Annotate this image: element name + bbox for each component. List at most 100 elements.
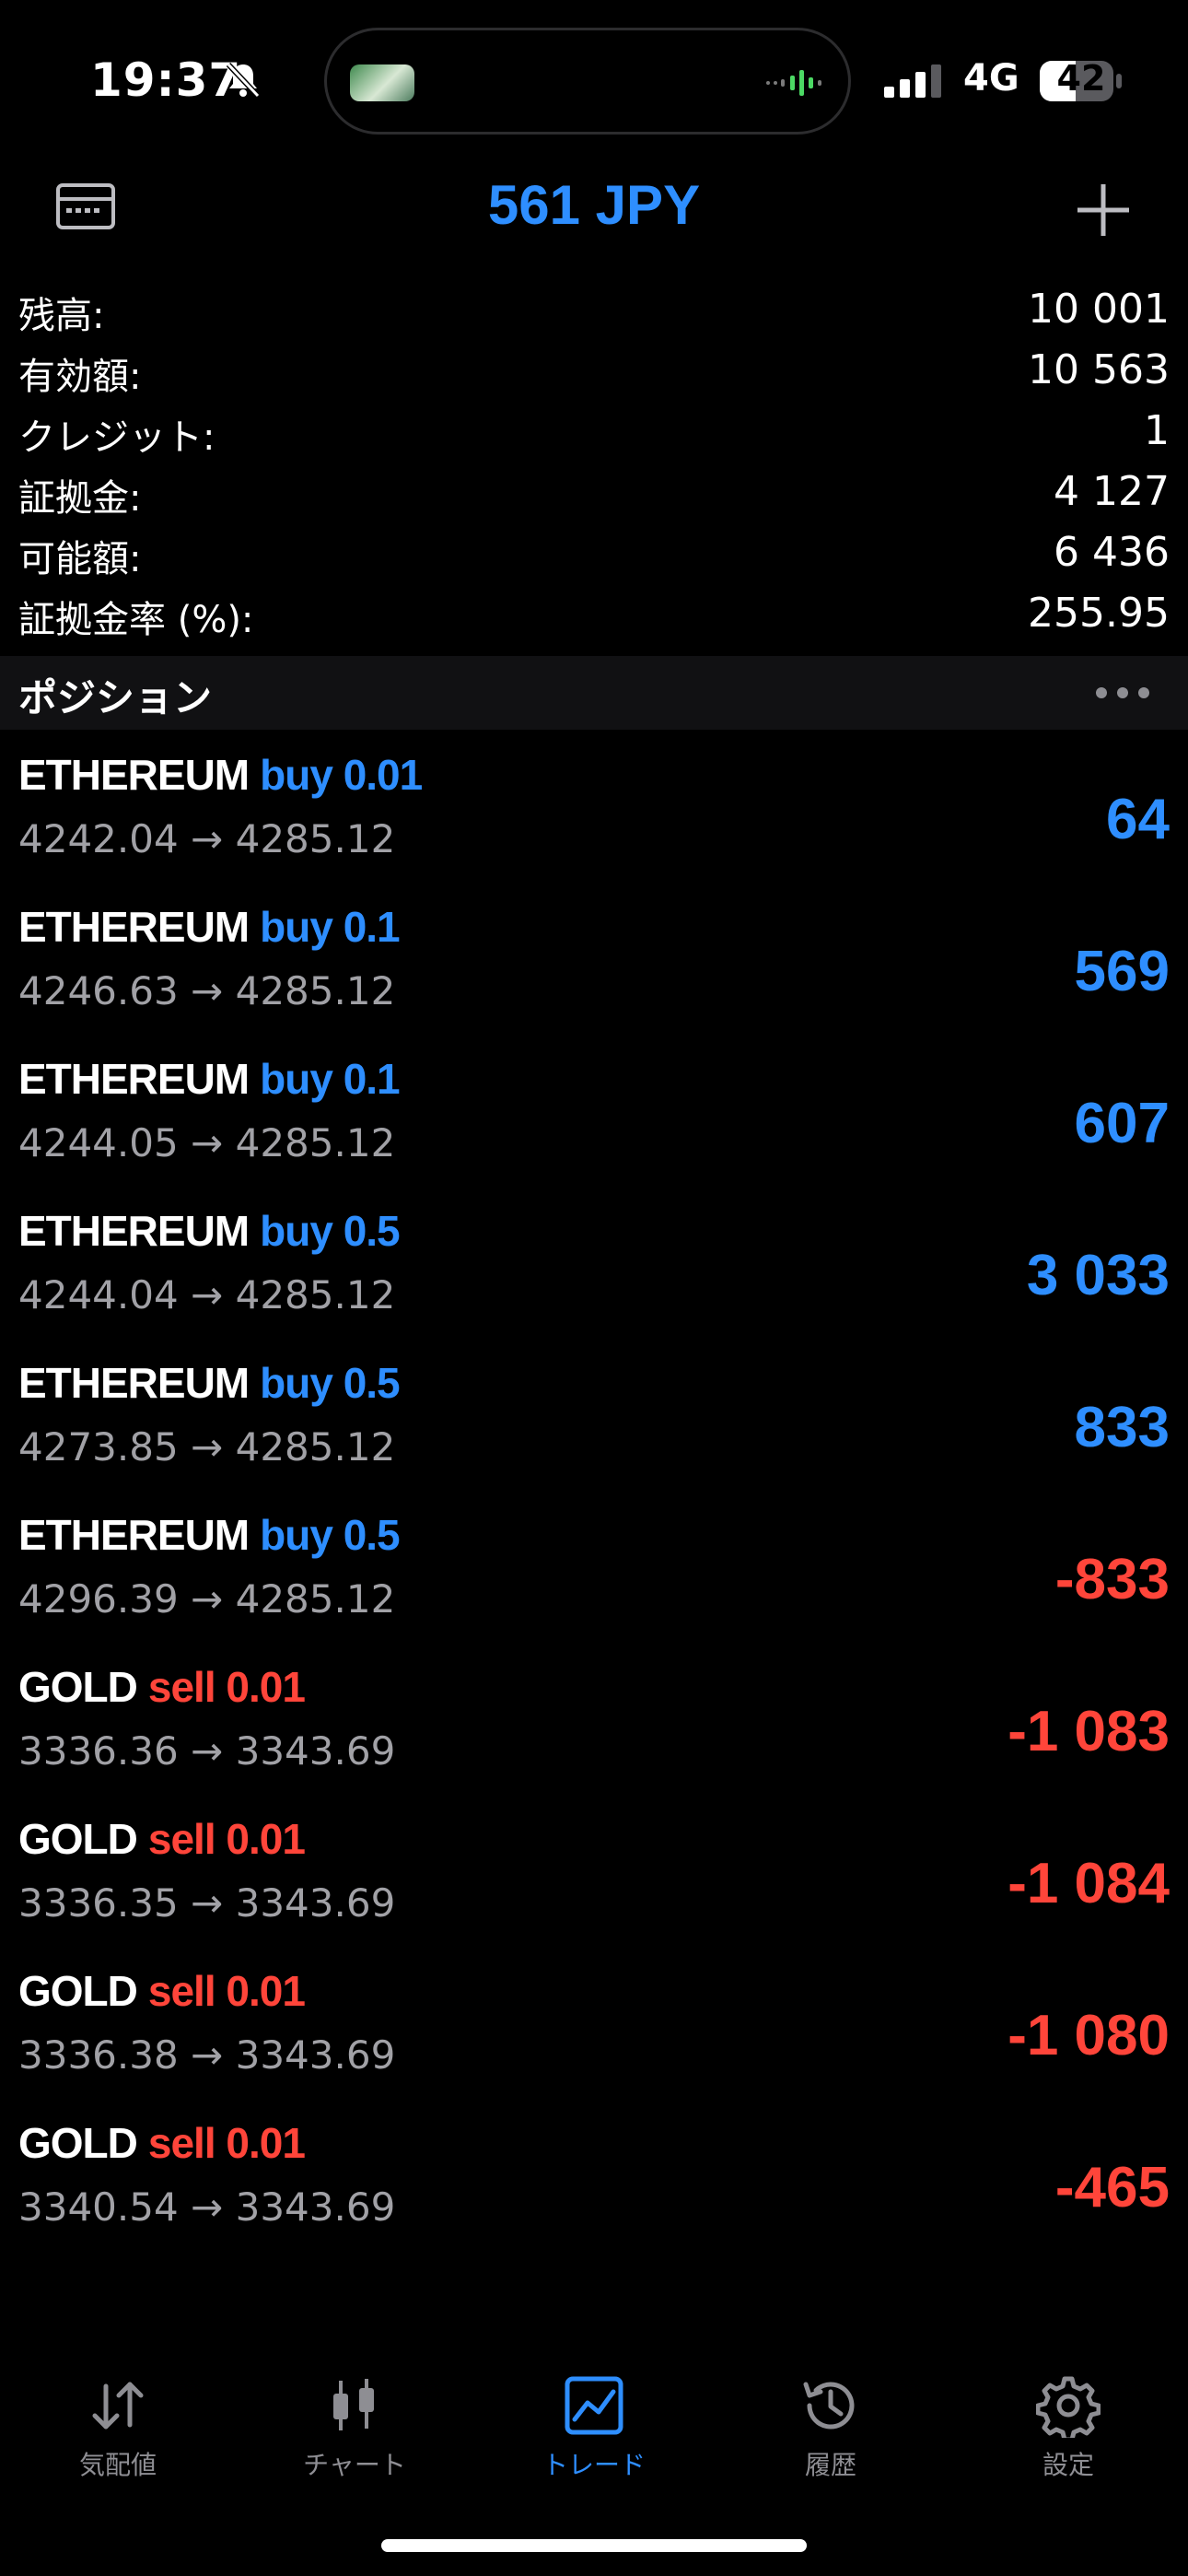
summary-row-equity: 有効額: 10 563 (0, 346, 1188, 407)
position-profit: -833 (1054, 1548, 1170, 1611)
summary-row-margin-level: 証拠金率 (%): 255.95 (0, 590, 1188, 650)
open-price: 3336.35 (18, 1880, 179, 1926)
current-price: 3343.69 (235, 2184, 396, 2230)
summary-value: 1 (1144, 407, 1170, 454)
position-side: sell (147, 1967, 216, 2015)
arrow: → (191, 2032, 224, 2078)
arrow: → (191, 1728, 224, 1774)
position-symbol: ETHEREUM (18, 1055, 250, 1103)
position-profit: 64 (1106, 788, 1170, 851)
open-price: 3336.38 (18, 2032, 179, 2078)
position-side: buy (260, 1511, 333, 1559)
tab-label: トレード (542, 2450, 646, 2480)
bell-slash-icon (226, 62, 261, 99)
tab-history[interactable]: 履歴 (739, 2373, 923, 2493)
position-symbol: ETHEREUM (18, 903, 250, 951)
position-side: buy (260, 1055, 333, 1103)
position-profit: 833 (1074, 1396, 1170, 1459)
trade-chart-icon (565, 2376, 623, 2435)
position-volume: 0.5 (343, 1511, 401, 1559)
position-row[interactable]: ETHEREUM buy 0.01 4242.04 → 4285.12 64 (0, 748, 1188, 900)
open-price: 4246.63 (18, 968, 179, 1013)
home-indicator[interactable] (381, 2539, 807, 2552)
position-side: buy (260, 1207, 333, 1255)
current-price: 4285.12 (235, 1576, 396, 1622)
position-volume: 0.01 (226, 1967, 306, 2015)
position-volume: 0.01 (343, 751, 424, 799)
summary-label: 残高: (18, 295, 105, 337)
island-app-thumbnail (350, 64, 414, 101)
position-row[interactable]: ETHEREUM buy 0.5 4244.04 → 4285.12 3 033 (0, 1204, 1188, 1356)
arrow: → (191, 1120, 224, 1165)
open-price: 4244.04 (18, 1272, 179, 1317)
position-symbol: GOLD (18, 1815, 138, 1863)
position-profit: -1 080 (1007, 2004, 1170, 2067)
summary-value: 6 436 (1054, 529, 1170, 576)
current-price: 3343.69 (235, 1880, 396, 1926)
tab-label: 履歴 (804, 2450, 856, 2480)
position-profit: -1 084 (1007, 1852, 1170, 1915)
network-type: 4G (963, 57, 1019, 100)
position-symbol: ETHEREUM (18, 1511, 250, 1559)
tab-chart[interactable]: チャート (262, 2373, 447, 2493)
summary-value: 255.95 (1028, 590, 1170, 637)
position-volume: 0.5 (343, 1359, 401, 1407)
summary-label: クレジット: (18, 416, 215, 459)
position-row[interactable]: GOLD sell 0.01 3336.36 → 3343.69 -1 083 (0, 1660, 1188, 1812)
current-price: 4285.12 (235, 1120, 396, 1165)
position-side: sell (147, 1815, 216, 1863)
status-time: 19:37 (90, 53, 242, 107)
arrow: → (191, 2184, 224, 2230)
position-profit: 569 (1074, 940, 1170, 1003)
audio-wave-icon (766, 70, 821, 96)
section-title: ポジション (18, 675, 213, 720)
tab-label: 気配値 (78, 2450, 157, 2480)
current-price: 4285.12 (235, 968, 396, 1013)
position-volume: 0.01 (226, 1815, 306, 1863)
position-symbol: ETHEREUM (18, 751, 250, 799)
position-volume: 0.1 (343, 1055, 401, 1103)
tab-settings[interactable]: 設定 (976, 2373, 1160, 2493)
position-side: buy (260, 1359, 333, 1407)
positions-section-header: ポジション (0, 656, 1188, 730)
current-price: 3343.69 (235, 1728, 396, 1774)
battery-level: 42 (1056, 58, 1106, 99)
summary-label: 有効額: (18, 356, 142, 398)
position-row[interactable]: ETHEREUM buy 0.5 4296.39 → 4285.12 -833 (0, 1508, 1188, 1660)
tab-trade[interactable]: トレード (502, 2373, 686, 2493)
position-row[interactable]: ETHEREUM buy 0.1 4246.63 → 4285.12 569 (0, 900, 1188, 1052)
tab-quotes[interactable]: 気配値 (26, 2373, 210, 2493)
position-row[interactable]: ETHEREUM buy 0.5 4273.85 → 4285.12 833 (0, 1356, 1188, 1508)
summary-label: 証拠金率 (%): (18, 599, 254, 641)
position-volume: 0.5 (343, 1207, 401, 1255)
open-price: 3336.36 (18, 1728, 179, 1774)
account-profit-title: 561 JPY (487, 174, 701, 236)
open-price: 4242.04 (18, 816, 179, 861)
position-volume: 0.01 (226, 2119, 306, 2167)
open-price: 4273.85 (18, 1424, 179, 1469)
signal-icon (884, 64, 941, 98)
position-symbol: ETHEREUM (18, 1359, 250, 1407)
arrow: → (191, 1424, 224, 1469)
summary-label: 証拠金: (18, 477, 142, 520)
position-profit: 3 033 (1026, 1244, 1170, 1307)
current-price: 4285.12 (235, 1272, 396, 1317)
summary-value: 10 563 (1028, 346, 1170, 393)
position-row[interactable]: GOLD sell 0.01 3336.35 → 3343.69 -1 084 (0, 1812, 1188, 1964)
more-dots-icon[interactable] (1094, 685, 1151, 700)
arrow: → (191, 1272, 224, 1317)
position-symbol: ETHEREUM (18, 1207, 250, 1255)
position-volume: 0.01 (226, 1663, 306, 1711)
arrow: → (191, 968, 224, 1013)
summary-row-free-margin: 可能額: 6 436 (0, 529, 1188, 590)
tab-label: 設定 (1042, 2450, 1094, 2480)
position-volume: 0.1 (343, 903, 401, 951)
position-row[interactable]: GOLD sell 0.01 3336.38 → 3343.69 -1 080 (0, 1964, 1188, 2116)
open-price: 4244.05 (18, 1120, 179, 1165)
open-price: 4296.39 (18, 1576, 179, 1622)
summary-row-credit: クレジット: 1 (0, 407, 1188, 468)
quotes-arrows-icon (92, 2382, 144, 2430)
position-row[interactable]: GOLD sell 0.01 3340.54 → 3343.69 -465 (0, 2116, 1188, 2268)
plus-icon[interactable] (1074, 181, 1133, 240)
position-row[interactable]: ETHEREUM buy 0.1 4244.05 → 4285.12 607 (0, 1052, 1188, 1204)
